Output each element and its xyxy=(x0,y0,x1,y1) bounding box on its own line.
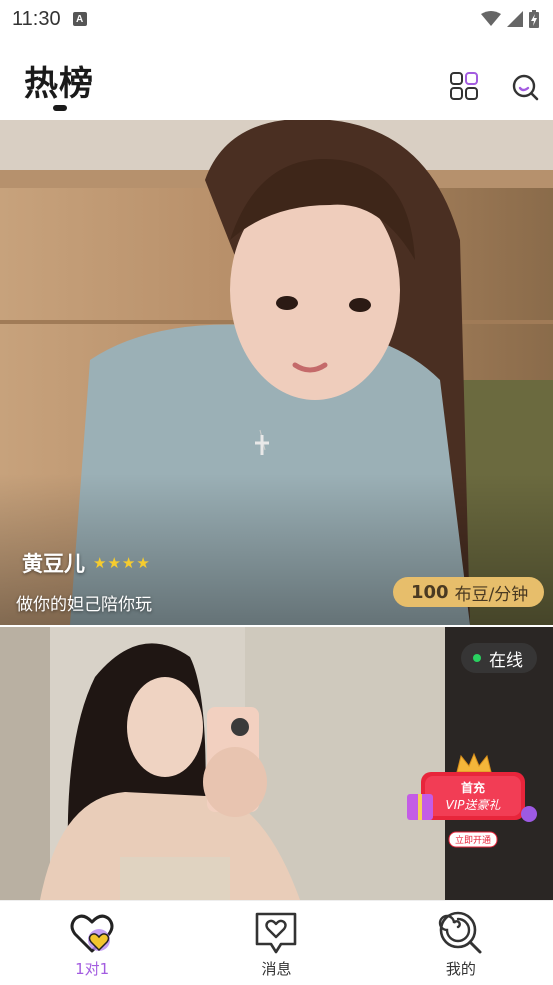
host-name: 黄豆儿 xyxy=(22,552,85,576)
price-value: 100 xyxy=(411,581,449,603)
star-rating: ★ ★ ★ ★ xyxy=(93,553,150,572)
nav-label-me: 我的 xyxy=(445,960,476,978)
star-icon: ★ xyxy=(107,553,121,572)
nav-label-messages: 消息 xyxy=(261,960,292,978)
online-dot-icon xyxy=(473,654,481,662)
promo-line2: VIP送豪礼 xyxy=(446,798,502,812)
promo-line1: 首充 xyxy=(461,780,485,795)
notification-icon: A xyxy=(72,12,87,26)
vip-promo-banner[interactable]: 首充 VIP送豪礼 立即开通 xyxy=(403,752,545,852)
search-icon[interactable] xyxy=(509,71,541,103)
star-icon: ★ xyxy=(93,553,107,572)
crown-icon xyxy=(456,752,492,773)
page-title: 热榜 xyxy=(24,64,94,104)
message-heart-icon xyxy=(256,912,297,954)
status-bar: 11:30 A xyxy=(0,0,553,38)
online-status-badge: 在线 xyxy=(461,643,537,673)
status-time: 11:30 xyxy=(12,7,61,30)
grid-view-icon[interactable] xyxy=(448,70,480,102)
heart-icon xyxy=(70,914,114,953)
nav-label-1v1: 1对1 xyxy=(75,960,110,978)
nav-item-messages[interactable]: 消息 xyxy=(184,901,368,985)
bottom-nav: 1对1 消息 我的 xyxy=(0,900,553,985)
host-card[interactable]: 黄豆儿 ★ ★ ★ ★ 做你的妲己陪你玩 100 布豆/分钟 xyxy=(0,120,553,625)
host-name-row: 黄豆儿 ★ ★ ★ ★ xyxy=(22,548,150,578)
star-icon: ★ xyxy=(121,553,136,572)
host-signature: 做你的妲己陪你玩 xyxy=(16,595,152,615)
signal-icon xyxy=(507,11,523,27)
wifi-icon xyxy=(481,11,501,26)
promo-cta: 立即开通 xyxy=(455,834,491,846)
lollipop-icon xyxy=(438,911,482,954)
price-unit: 布豆/分钟 xyxy=(454,584,529,605)
battery-icon xyxy=(529,10,539,28)
nav-item-1v1[interactable]: 1对1 xyxy=(0,901,184,985)
tab-indicator xyxy=(53,105,67,111)
header: 热榜 xyxy=(0,38,553,120)
online-label: 在线 xyxy=(489,650,523,671)
star-icon: ★ xyxy=(136,553,150,572)
price-badge: 100 布豆/分钟 xyxy=(393,577,545,607)
nav-item-me[interactable]: 我的 xyxy=(369,901,553,985)
